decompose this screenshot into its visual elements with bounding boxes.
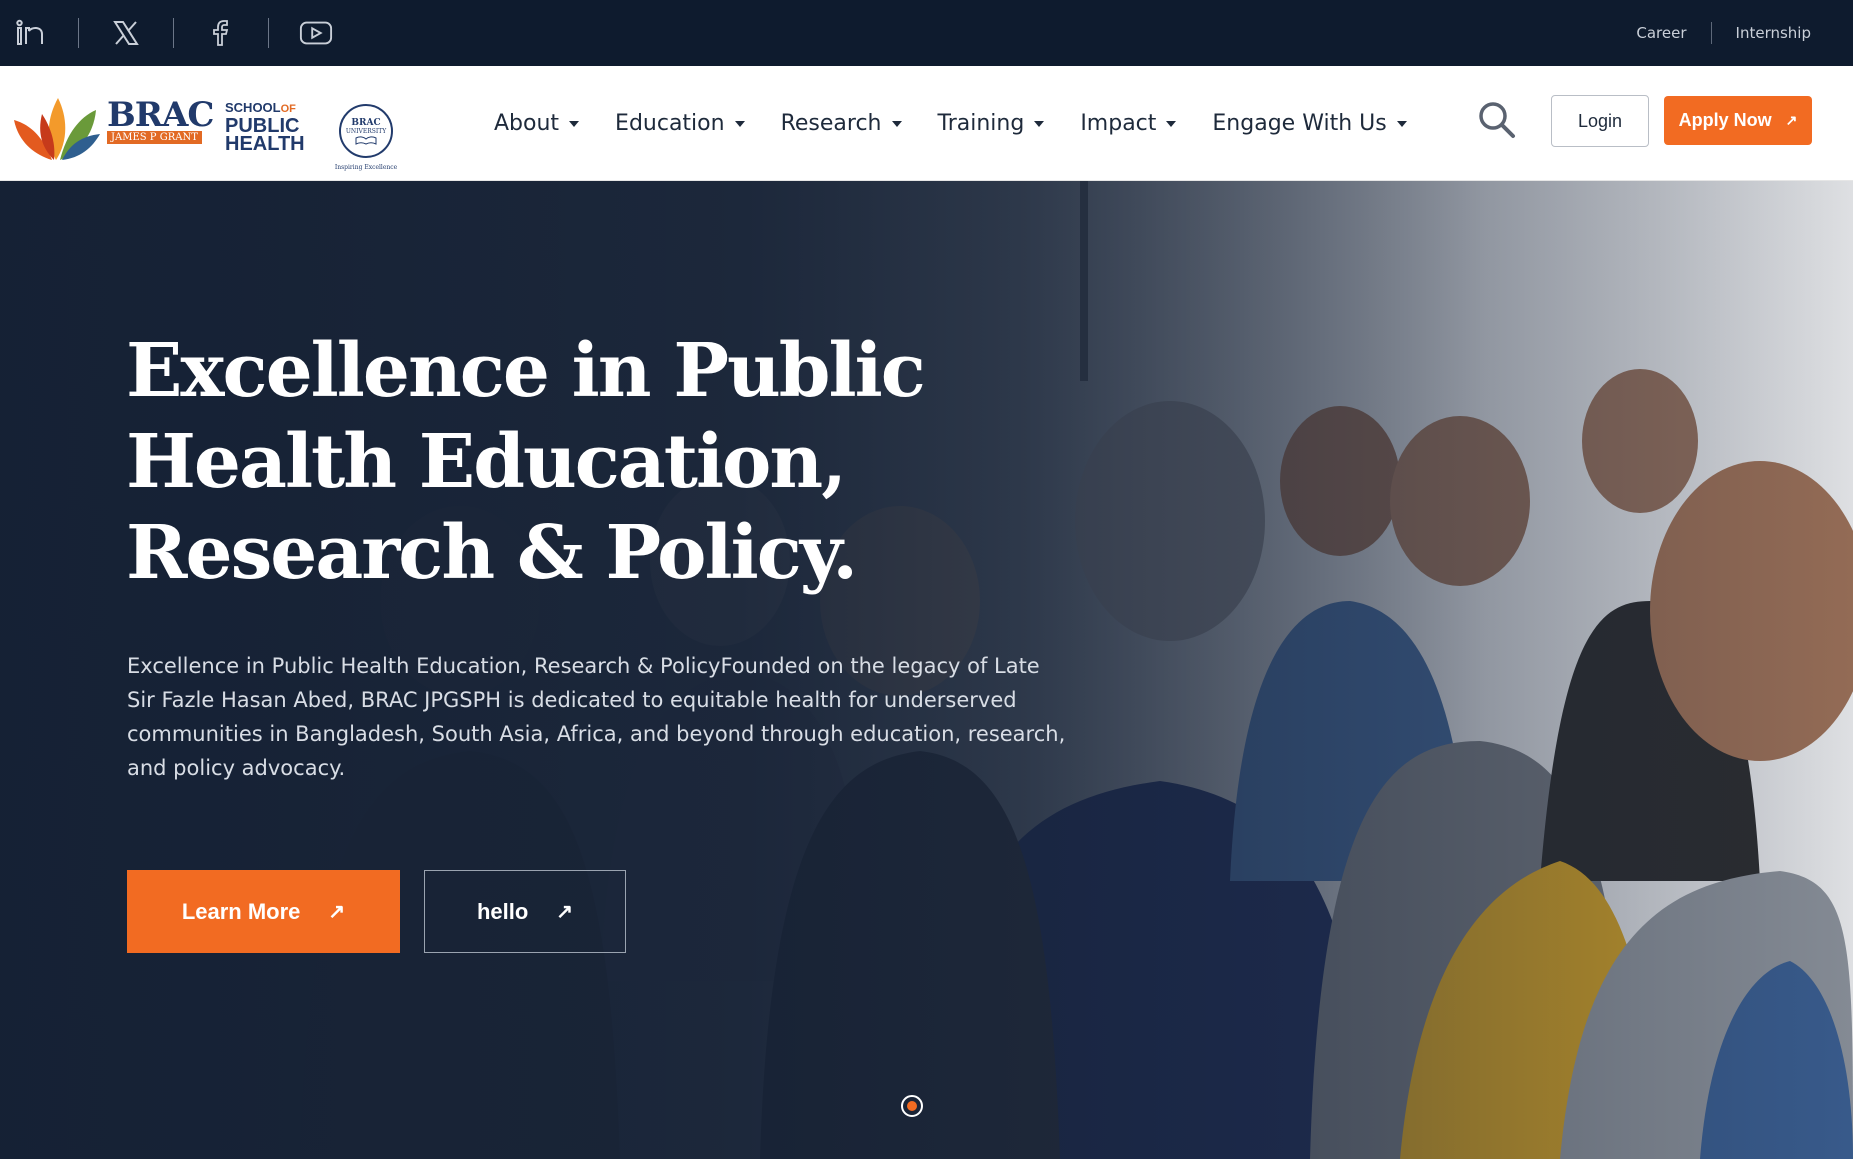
search-icon[interactable] bbox=[1477, 100, 1517, 140]
slider-dot-indicator bbox=[907, 1101, 917, 1111]
caret-down-icon bbox=[1396, 120, 1407, 127]
slider-dot-active[interactable] bbox=[901, 1095, 923, 1117]
divider bbox=[1710, 22, 1712, 44]
internship-link[interactable]: Internship bbox=[1736, 24, 1811, 42]
caret-down-icon bbox=[1034, 120, 1045, 127]
x-icon[interactable] bbox=[109, 16, 143, 50]
open-book-icon bbox=[355, 135, 377, 145]
hero-title: Excellence in Public Health Education, R… bbox=[126, 328, 926, 596]
brand-wordmark: BRAC JAMES P GRANT SCHOOLOF PUBLIC HEALT… bbox=[107, 95, 305, 154]
apply-now-button[interactable]: Apply Now ↗ bbox=[1664, 96, 1812, 145]
hello-button[interactable]: hello ↗ bbox=[424, 870, 626, 953]
primary-nav: About Education Research Training Impact… bbox=[494, 66, 1443, 181]
caret-down-icon bbox=[569, 120, 580, 127]
learn-more-button[interactable]: Learn More ↗ bbox=[127, 870, 400, 953]
univ-sub: UNIVERSITY bbox=[345, 127, 387, 135]
career-link[interactable]: Career bbox=[1636, 24, 1686, 42]
arrow-up-right-icon: ↗ bbox=[1785, 112, 1798, 128]
nav-research[interactable]: Research bbox=[781, 111, 902, 136]
brand-brac: BRAC bbox=[107, 95, 214, 135]
nav-label: Engage With Us bbox=[1212, 111, 1387, 136]
brac-jpgsph-logo[interactable]: BRAC JAMES P GRANT SCHOOLOF PUBLIC HEALT… bbox=[12, 84, 397, 171]
arrow-up-right-icon: ↗ bbox=[556, 901, 574, 923]
youtube-icon[interactable] bbox=[299, 16, 333, 50]
leaf-logo-icon bbox=[14, 98, 100, 160]
nav-label: Research bbox=[780, 111, 882, 136]
apply-now-label: Apply Now bbox=[1678, 110, 1772, 130]
caret-down-icon bbox=[891, 120, 902, 127]
linkedin-icon[interactable] bbox=[14, 16, 48, 50]
nav-label: Training bbox=[937, 111, 1025, 136]
brand-school: SCHOOL bbox=[225, 100, 281, 115]
social-links bbox=[0, 16, 333, 50]
nav-impact[interactable]: Impact bbox=[1080, 111, 1177, 136]
brand-of: OF bbox=[280, 103, 296, 115]
top-bar: Career Internship bbox=[0, 0, 1853, 66]
nav-engage-with-us[interactable]: Engage With Us bbox=[1212, 111, 1407, 136]
divider bbox=[268, 18, 269, 48]
brand-health: HEALTH bbox=[225, 133, 305, 155]
hero-slider: Excellence in Public Health Education, R… bbox=[0, 181, 1853, 1159]
hello-label: hello bbox=[476, 898, 529, 924]
arrow-up-right-icon: ↗ bbox=[328, 901, 346, 923]
top-links: Career Internship bbox=[1636, 22, 1853, 44]
login-button[interactable]: Login bbox=[1551, 95, 1649, 147]
nav-label: Impact bbox=[1080, 111, 1157, 136]
main-header: BRAC JAMES P GRANT SCHOOLOF PUBLIC HEALT… bbox=[0, 66, 1853, 181]
nav-training[interactable]: Training bbox=[938, 111, 1045, 136]
divider bbox=[78, 18, 79, 48]
brac-university-logo: BRAC UNIVERSITY Inspiring Excellence bbox=[330, 104, 402, 176]
nav-about[interactable]: About bbox=[494, 111, 580, 136]
learn-more-label: Learn More bbox=[181, 898, 301, 924]
divider bbox=[173, 18, 174, 48]
univ-tagline: Inspiring Excellence bbox=[334, 164, 398, 171]
hero-description: Excellence in Public Health Education, R… bbox=[127, 654, 1066, 780]
caret-down-icon bbox=[734, 120, 745, 127]
nav-label: Education bbox=[615, 111, 725, 136]
caret-down-icon bbox=[1166, 120, 1177, 127]
nav-education[interactable]: Education bbox=[615, 111, 745, 136]
univ-name: BRAC bbox=[351, 117, 381, 128]
brand-school-of-public-health: SCHOOLOF PUBLIC HEALTH bbox=[225, 100, 305, 155]
brand-james-p-grant: JAMES P GRANT bbox=[107, 131, 202, 144]
facebook-icon[interactable] bbox=[204, 16, 238, 50]
nav-label: About bbox=[494, 111, 560, 136]
